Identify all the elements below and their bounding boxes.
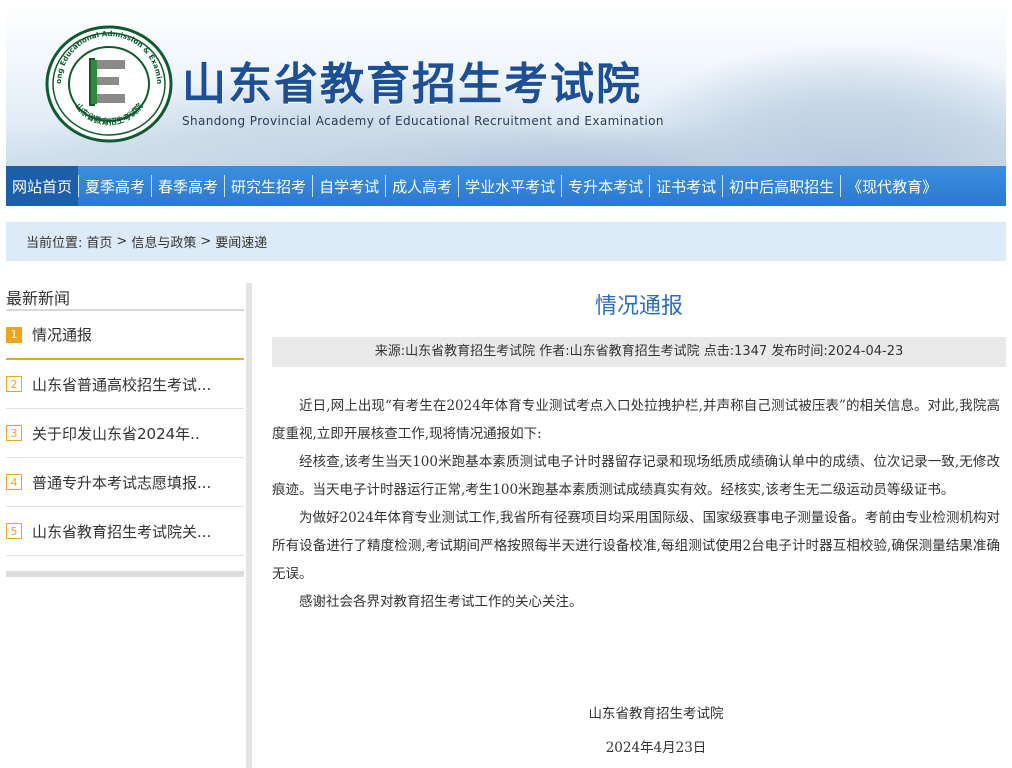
academy-seal-logo-icon[interactable]: Shandong Educational Admission & Examina… <box>43 24 175 144</box>
breadcrumb-separator: > <box>116 234 128 249</box>
latest-news-sidebar: 最新新闻 1 情况通报 2 山东省普通高校招生考试... 3 关于印发山东省2024年..… <box>6 283 244 577</box>
breadcrumb-news-link[interactable]: 要闻速递 <box>215 232 267 251</box>
breadcrumb-policy-link[interactable]: 信息与政策 <box>131 232 196 251</box>
news-list-item[interactable]: 5 山东省教育招生考试院关... <box>6 507 244 556</box>
news-list-item[interactable]: 2 山东省普通高校招生考试... <box>6 360 244 409</box>
nav-item-8[interactable]: 证书考试 <box>650 166 722 206</box>
news-list: 1 情况通报 2 山东省普通高校招生考试... 3 关于印发山东省2024年.. 4 普通专升… <box>6 311 244 556</box>
article-paragraph: 经核查,该考生当天100米跑基本素质测试电子计时器留存记录和现场纸质成绩确认单中… <box>272 454 1000 498</box>
nav-item-6[interactable]: 学业水平考试 <box>459 166 561 206</box>
main-nav: 网站首页 夏季高考 春季高考 研究生招考 自学考试 成人高考 学业水平考试 专升本考试 证书考试… <box>6 166 1006 206</box>
nav-item-2[interactable]: 春季高考 <box>152 166 224 206</box>
nav-item-3[interactable]: 研究生招考 <box>225 166 312 206</box>
sidebar-bottom-bar <box>6 571 244 577</box>
news-link[interactable]: 关于印发山东省2024年.. <box>32 423 200 444</box>
news-link[interactable]: 情况通报 <box>32 324 92 345</box>
nav-item-10[interactable]: 《现代教育》 <box>841 166 943 206</box>
banner-mountain-center <box>256 125 876 166</box>
site-subtitle: Shandong Provincial Academy of Education… <box>182 114 664 128</box>
article-date: 2024年4月23日 <box>605 740 707 756</box>
news-number-badge: 5 <box>6 523 22 539</box>
nav-item-5[interactable]: 成人高考 <box>386 166 458 206</box>
article-body: 近日,网上出现“有考生在2024年体育专业测试考点入口处拉拽护栏,并声称自己测试… <box>272 392 1000 616</box>
nav-item-1[interactable]: 夏季高考 <box>79 166 151 206</box>
column-divider <box>246 283 252 768</box>
sidebar-heading: 最新新闻 <box>6 283 244 311</box>
news-number-badge: 4 <box>6 474 22 490</box>
breadcrumb-prefix: 当前位置: <box>26 236 83 251</box>
article-paragraph: 感谢社会各界对教育招生考试工作的关心关注。 <box>299 594 583 610</box>
news-number-badge: 2 <box>6 376 22 392</box>
nav-item-9[interactable]: 初中后高职招生 <box>723 166 840 206</box>
article-title: 情况通报 <box>594 294 683 319</box>
site-title: 山东省教育招生考试院 <box>182 59 642 110</box>
news-number-badge: 3 <box>6 425 22 441</box>
breadcrumb: 当前位置: 首页 > 信息与政策 > 要闻速递 <box>6 222 1006 261</box>
breadcrumb-separator: > <box>200 234 212 249</box>
breadcrumb-home-link[interactable]: 首页 <box>86 232 112 251</box>
nav-item-4[interactable]: 自学考试 <box>313 166 385 206</box>
news-number-badge: 1 <box>6 326 22 343</box>
header-banner: Shandong Educational Admission & Examina… <box>6 0 1006 166</box>
nav-item-0[interactable]: 网站首页 <box>6 166 79 206</box>
article-paragraph: 近日,网上出现“有考生在2024年体育专业测试考点入口处拉拽护栏,并声称自己测试… <box>272 398 1000 442</box>
article-signature: 山东省教育招生考试院 <box>588 706 724 722</box>
nav-item-7[interactable]: 专升本考试 <box>562 166 649 206</box>
article-meta: 来源:山东省教育招生考试院 作者:山东省教育招生考试院 点击:1347 发布时间… <box>272 337 1006 367</box>
news-link[interactable]: 普通专升本考试志愿填报... <box>32 472 211 493</box>
article-paragraph: 为做好2024年体育专业测试工作,我省所有径赛项目均采用国际级、国家级赛事电子测… <box>272 510 1000 582</box>
news-list-item[interactable]: 1 情况通报 <box>6 311 244 360</box>
news-link[interactable]: 山东省教育招生考试院关... <box>32 521 211 542</box>
news-list-item[interactable]: 4 普通专升本考试志愿填报... <box>6 458 244 507</box>
news-link[interactable]: 山东省普通高校招生考试... <box>32 374 211 395</box>
news-list-item[interactable]: 3 关于印发山东省2024年.. <box>6 409 244 458</box>
